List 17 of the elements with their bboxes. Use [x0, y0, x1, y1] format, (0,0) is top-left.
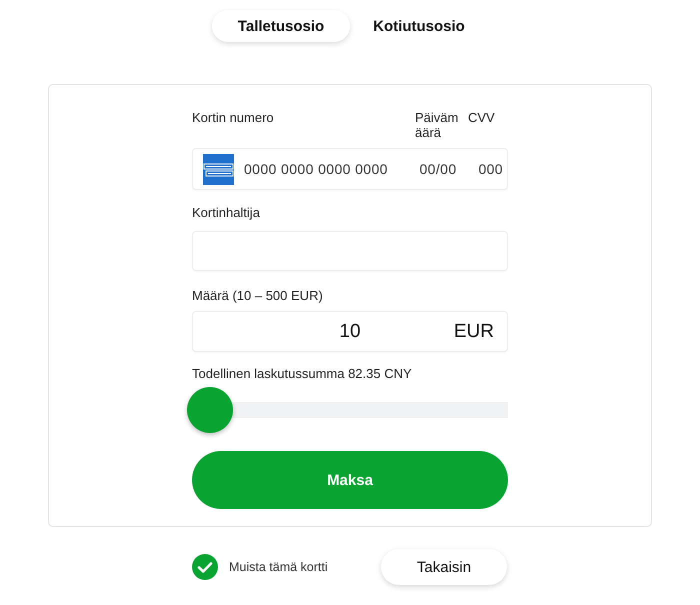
card-logo-icon — [203, 154, 234, 184]
cvv-field[interactable]: 000 — [473, 161, 503, 177]
tab[interactable]: Talletusosio — [212, 10, 350, 42]
cardholder-label: Kortinhaltija — [192, 205, 261, 220]
tab[interactable]: Kotiutusosio — [350, 10, 488, 42]
slider-thumb[interactable] — [187, 387, 233, 433]
card-number-field[interactable]: 0000 0000 0000 0000 — [244, 161, 403, 177]
cvv-label: CVV — [468, 110, 495, 125]
remember-label: Muista tämä kortti — [229, 560, 328, 574]
expiry-label: Päivämäärä — [415, 110, 460, 140]
expiry-field[interactable]: 00/00 — [413, 161, 463, 177]
currency-label: EUR — [454, 320, 495, 342]
card-number-label: Kortin numero — [192, 110, 274, 125]
back-button[interactable]: Takaisin — [381, 549, 507, 585]
checkbox[interactable] — [192, 554, 218, 580]
billing-note: Todellinen laskutussumma 82.35 CNY — [192, 366, 413, 381]
amount-label: Määrä (10 – 500 EUR) — [192, 288, 324, 303]
